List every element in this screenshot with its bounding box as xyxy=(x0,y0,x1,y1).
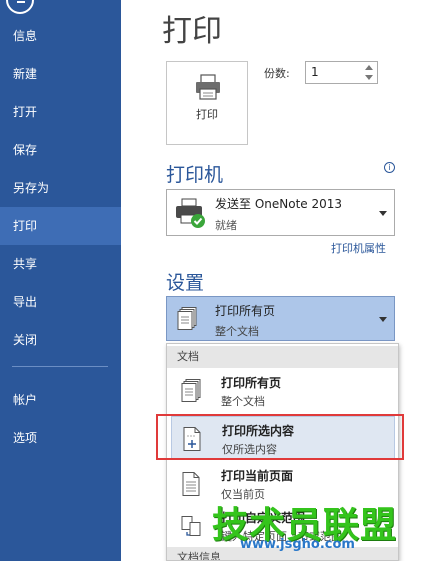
sidebar-item-export[interactable]: 导出 xyxy=(0,283,121,321)
printer-name: 发送至 OneNote 2013 xyxy=(215,197,343,211)
sidebar-item-info[interactable]: 信息 xyxy=(0,17,121,55)
spin-down-icon[interactable] xyxy=(365,75,373,80)
settings-heading: 设置 xyxy=(166,272,205,294)
dropdown-header-document: 文档 xyxy=(167,346,398,368)
pages-stack-icon xyxy=(181,379,201,402)
spin-up-icon[interactable] xyxy=(365,65,373,70)
chevron-down-icon[interactable] xyxy=(379,211,387,216)
print-range-select[interactable]: 打印所有页 整个文档 xyxy=(166,296,395,341)
sidebar-item-new[interactable]: 新建 xyxy=(0,55,121,93)
back-arrow-icon[interactable] xyxy=(6,0,34,14)
printer-heading: 打印机 xyxy=(166,164,224,186)
print-range-title: 打印所有页 xyxy=(215,304,276,318)
print-button[interactable]: 打印 xyxy=(166,61,248,145)
print-range-subtitle: 整个文档 xyxy=(215,325,259,338)
menu-item-subtitle: 整个文档 xyxy=(221,395,265,408)
sidebar-item-options[interactable]: 选项 xyxy=(0,419,121,457)
copies-value[interactable]: 1 xyxy=(311,65,319,79)
sidebar-item-save-as[interactable]: 另存为 xyxy=(0,169,121,207)
site-watermark: 技术员联盟 www.jsgho.com xyxy=(212,496,407,552)
sidebar-item-save[interactable]: 保存 xyxy=(0,131,121,169)
menu-item-title: 打印所有页 xyxy=(221,376,282,390)
custom-range-icon xyxy=(181,516,201,536)
page-title: 打印 xyxy=(162,14,222,49)
sidebar-item-open[interactable]: 打开 xyxy=(0,93,121,131)
chevron-down-icon[interactable] xyxy=(379,317,387,322)
menu-item-print-all-pages[interactable]: 打印所有页 整个文档 xyxy=(171,369,395,413)
sidebar-item-close[interactable]: 关闭 xyxy=(0,321,121,359)
single-page-icon xyxy=(182,472,200,496)
printer-properties-link[interactable]: 打印机属性 xyxy=(331,240,386,256)
menu-item-title: 打印当前页面 xyxy=(221,469,294,483)
backstage-sidebar: 信息 新建 打开 保存 另存为 打印 共享 导出 关闭 帐户 选项 xyxy=(0,0,121,561)
printer-select[interactable]: 发送至 OneNote 2013 就绪 xyxy=(166,189,395,236)
sidebar-item-share[interactable]: 共享 xyxy=(0,245,121,283)
info-icon[interactable]: i xyxy=(384,162,395,173)
sidebar-item-print[interactable]: 打印 xyxy=(0,207,121,245)
pages-stack-icon xyxy=(177,307,197,330)
printer-device-icon xyxy=(176,198,205,228)
copies-spinner[interactable]: 1 xyxy=(305,61,378,84)
printer-status: 就绪 xyxy=(215,219,237,232)
copies-label: 份数: xyxy=(264,67,290,80)
sidebar-item-account[interactable]: 帐户 xyxy=(0,381,121,419)
watermark-url: www.jsgho.com xyxy=(240,537,355,552)
highlight-annotation-box xyxy=(156,414,404,460)
print-button-label: 打印 xyxy=(196,108,218,121)
sidebar-divider xyxy=(12,366,108,367)
printer-icon xyxy=(196,74,220,100)
